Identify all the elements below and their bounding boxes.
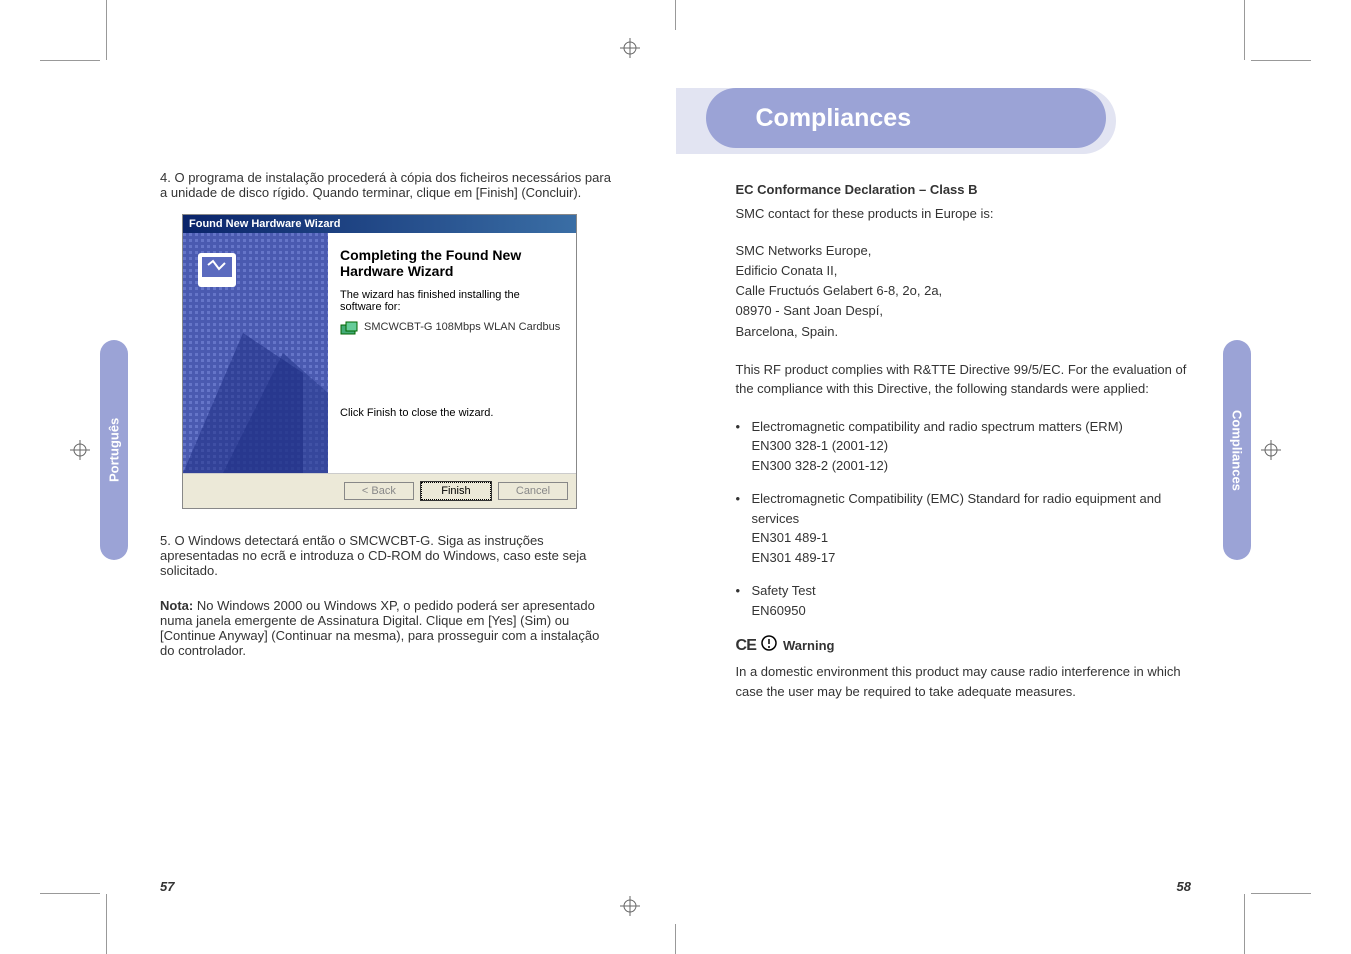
warning-label: Warning — [783, 636, 835, 656]
note-label: Nota: — [160, 598, 193, 613]
bullet-sub: EN300 328-2 (2001-12) — [752, 456, 1192, 476]
cancel-button[interactable]: Cancel — [498, 482, 568, 500]
addr-line: Barcelona, Spain. — [736, 322, 1192, 342]
ec-subtitle: SMC contact for these products in Europe… — [736, 204, 1192, 224]
dialog-heading: Completing the Found New Hardware Wizard — [340, 247, 564, 279]
warning-icon — [761, 635, 777, 657]
dialog-close-hint: Click Finish to close the wizard. — [340, 407, 564, 419]
device-name: SMCWCBT-G 108Mbps WLAN Cardbus — [364, 321, 560, 333]
dialog-text: The wizard has finished installing the s… — [340, 289, 564, 313]
note-block: Nota: No Windows 2000 ou Windows XP, o p… — [160, 598, 616, 658]
addr-line: 08970 - Sant Joan Despí, — [736, 301, 1192, 321]
bullet-sub: EN301 489-17 — [752, 548, 1192, 568]
dialog-title: Found New Hardware Wizard — [183, 215, 576, 233]
bullet-text: Electromagnetic compatibility and radio … — [752, 419, 1123, 434]
step-text: O programa de instalação procederá à cóp… — [160, 170, 611, 200]
page-heading: Compliances — [706, 88, 1106, 148]
bullet-text: Safety Test — [752, 583, 816, 598]
tab-portugues: Português — [100, 340, 128, 560]
step-number: 5. — [160, 533, 171, 548]
addr-line: Edificio Conata II, — [736, 261, 1192, 281]
tab-compliances: Compliances — [1223, 340, 1251, 560]
ec-title: EC Conformance Declaration – Class B — [736, 180, 1192, 200]
page-number: 58 — [1177, 879, 1191, 894]
addr-line: SMC Networks Europe, — [736, 241, 1192, 261]
rf-paragraph: This RF product complies with R&TTE Dire… — [736, 360, 1192, 399]
bullet-emc: Electromagnetic Compatibility (EMC) Stan… — [736, 489, 1192, 567]
step-5: 5. O Windows detectará então o SMCWCBT-G… — [160, 533, 616, 578]
finish-button[interactable]: Finish — [421, 482, 491, 500]
step-4: 4. O programa de instalação procederá à … — [160, 170, 616, 200]
bullet-safety: Safety Test EN60950 — [736, 581, 1192, 620]
step-number: 4. — [160, 170, 171, 185]
note-text: No Windows 2000 ou Windows XP, o pedido … — [160, 598, 599, 658]
dialog-sidebar-graphic — [183, 233, 328, 473]
address-block: SMC Networks Europe, Edificio Conata II,… — [736, 241, 1192, 342]
ce-mark-icon: C E — [736, 634, 755, 658]
bullet-text: Electromagnetic Compatibility (EMC) Stan… — [752, 491, 1162, 526]
warning-text: In a domestic environment this product m… — [736, 662, 1192, 701]
bullet-sub: EN60950 — [752, 601, 1192, 621]
page-number: 57 — [160, 879, 174, 894]
addr-line: Calle Fructuós Gelabert 6-8, 2o, 2a, — [736, 281, 1192, 301]
bullet-sub: EN300 328-1 (2001-12) — [752, 436, 1192, 456]
found-new-hardware-dialog: Found New Hardware Wizard Comp — [182, 214, 577, 509]
bullet-erm: Electromagnetic compatibility and radio … — [736, 417, 1192, 476]
step-text: O Windows detectará então o SMCWCBT-G. S… — [160, 533, 586, 578]
bullet-sub: EN301 489-1 — [752, 528, 1192, 548]
back-button[interactable]: < Back — [344, 482, 414, 500]
network-card-icon — [340, 321, 358, 337]
